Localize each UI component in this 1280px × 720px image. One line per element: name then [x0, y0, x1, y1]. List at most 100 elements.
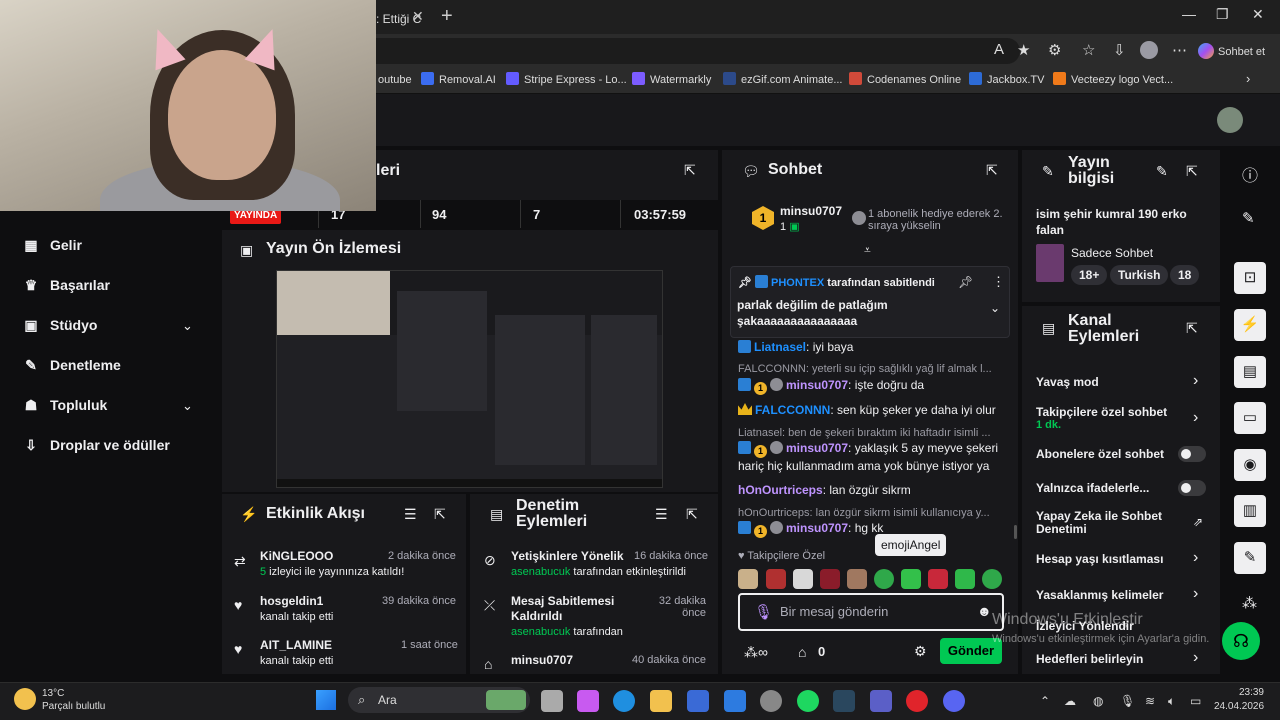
unpin-icon[interactable]: 📌︎ [958, 275, 973, 289]
tray-overflow-icon[interactable]: ⌃ [1040, 694, 1050, 708]
broadcast-shortcut-icon[interactable]: ◉ [1234, 449, 1266, 481]
chat-shortcut-icon[interactable]: ▭ [1234, 402, 1266, 434]
bookmark-item[interactable]: ezGif.com Animate... [723, 72, 842, 86]
popout-icon[interactable]: ⇱ [686, 506, 698, 523]
headset-support-icon[interactable]: ☊ [1222, 622, 1260, 660]
sidebar-item-basarilar[interactable]: ♛ Başarılar [22, 277, 110, 294]
bookmark-item[interactable]: Jackbox.TV [969, 72, 1044, 86]
mail-icon[interactable] [724, 690, 746, 712]
emote-only-toggle[interactable] [1178, 480, 1206, 496]
sidebar-item-topluluk[interactable]: ☗ Topluluk [22, 397, 108, 414]
emote-icon[interactable] [874, 569, 894, 589]
chevron-right-icon[interactable]: › [1193, 549, 1198, 567]
favorite-star-icon[interactable]: ★ [1017, 41, 1030, 59]
more-vertical-icon[interactable]: ⋮ [992, 274, 1005, 290]
action-sub-only[interactable]: Abonelere özel sohbet [1036, 447, 1164, 461]
external-link-icon[interactable]: ⇗ [1193, 515, 1203, 529]
sidebar-item-denetleme[interactable]: ✎ Denetleme [22, 357, 121, 374]
bookmark-item[interactable]: Codenames Online [849, 72, 961, 86]
channel-points-icon[interactable]: ⁂∞ [744, 644, 768, 661]
action-followers-only[interactable]: Takipçilere özel sohbet [1036, 405, 1167, 419]
chevron-down-icon[interactable]: ⌄ [990, 301, 1000, 315]
copilot-button[interactable]: Sohbet et [1198, 38, 1274, 62]
opera-icon[interactable] [906, 690, 928, 712]
emote-icon[interactable] [766, 569, 786, 589]
gift-shop-icon[interactable]: ⌂ [798, 644, 806, 660]
activity-user[interactable]: hosgeldin1 [260, 594, 323, 608]
camera-shortcut-icon[interactable]: ⊡ [1234, 262, 1266, 294]
more-menu-icon[interactable]: ⋯ [1172, 41, 1187, 59]
task-view-icon[interactable] [541, 690, 563, 712]
filter-icon[interactable]: ☰ [404, 506, 417, 523]
avatar[interactable] [1217, 107, 1243, 133]
extensions-icon[interactable]: ⚙ [1048, 41, 1061, 59]
chevron-down-icon[interactable]: ⌄ [182, 398, 193, 414]
bookmark-item[interactable]: Removal.AI [421, 72, 496, 86]
emote-angel-icon[interactable] [901, 569, 921, 589]
bolt-shortcut-icon[interactable]: ⚡ [1234, 309, 1266, 341]
document-shortcut-icon[interactable]: ▤ [1234, 356, 1266, 388]
category-name[interactable]: Sadece Sohbet [1071, 246, 1153, 260]
volume-icon[interactable]: 🔈︎ [1168, 694, 1175, 709]
emote-icon[interactable] [982, 569, 1002, 589]
tag[interactable]: Turkish [1110, 265, 1169, 285]
action-emote-only[interactable]: Yalnızca ifadelerle... [1036, 481, 1149, 495]
emote-icon[interactable] [847, 569, 867, 589]
obs-icon[interactable] [760, 690, 782, 712]
chevron-right-icon[interactable]: › [1193, 372, 1198, 390]
profile-icon[interactable] [1140, 41, 1158, 59]
action-slow-mode[interactable]: Yavaş mod [1036, 375, 1099, 389]
filter-icon[interactable]: ☰ [655, 506, 668, 523]
edit-pencil-icon[interactable]: ✎ [1156, 163, 1168, 180]
downloads-icon[interactable]: ⇩ [1113, 41, 1126, 59]
microphone-icon[interactable]: 🎙︎ [1120, 694, 1135, 708]
mod-action-label[interactable]: minsu0707 [511, 653, 573, 667]
more-dots-icon[interactable]: ⁂ [1242, 594, 1257, 612]
spotify-icon[interactable] [797, 690, 819, 712]
edit-pencil-icon[interactable]: ✎ [1242, 209, 1255, 227]
close-window-icon[interactable]: ✕ [1252, 6, 1264, 23]
minimize-icon[interactable]: — [1182, 6, 1196, 22]
chevron-right-icon[interactable]: › [1193, 649, 1198, 667]
battery-icon[interactable]: ▭ [1190, 694, 1201, 708]
gift-leader-user[interactable]: minsu0707 [780, 204, 842, 218]
chat-scrollbar[interactable] [1014, 525, 1017, 539]
url-input[interactable] [360, 38, 1020, 64]
steam-icon[interactable] [833, 690, 855, 712]
emote-icon[interactable] [955, 569, 975, 589]
chevron-right-icon[interactable]: › [1193, 585, 1198, 603]
emote-icon[interactable] [738, 569, 758, 589]
category-box-art[interactable] [1036, 244, 1064, 282]
store-icon[interactable] [687, 690, 709, 712]
bookmark-item[interactable]: Watermarkly [632, 72, 711, 86]
emote-icon[interactable] [820, 569, 840, 589]
stream-preview[interactable] [276, 270, 663, 488]
action-goals[interactable]: Hedefleri belirleyin [1036, 652, 1143, 666]
popout-icon[interactable]: ⇱ [684, 162, 696, 179]
edge-icon[interactable] [613, 690, 635, 712]
bookmarks-overflow-icon[interactable]: › [1246, 71, 1250, 86]
chevron-down-icon[interactable]: ⌄ [182, 318, 193, 334]
chevron-right-icon[interactable]: › [1193, 409, 1198, 427]
popout-icon[interactable]: ⇱ [1186, 320, 1198, 337]
sub-only-toggle[interactable] [1178, 446, 1206, 462]
chat-settings-icon[interactable]: ⚙ [914, 643, 927, 660]
file-explorer-icon[interactable] [650, 690, 672, 712]
read-aloud-icon[interactable]: A [994, 41, 1004, 58]
discord-icon[interactable] [943, 690, 965, 712]
action-account-age[interactable]: Hesap yaşı kısıtlaması [1036, 552, 1163, 566]
tray-app-icon[interactable]: ◍ [1093, 694, 1103, 708]
popout-icon[interactable]: ⇱ [1186, 163, 1198, 180]
activity-user[interactable]: AIT_LAMINE [260, 638, 332, 652]
tag[interactable]: 18+ [1071, 265, 1108, 285]
activity-user[interactable]: KiNGLEOOO [260, 549, 333, 563]
sidebar-item-gelir[interactable]: ▦ Gelir [22, 237, 82, 254]
action-ai-moderation[interactable]: Yapay Zeka ile Sohbet Denetimi [1036, 510, 1176, 536]
clock-time[interactable]: 23:39 [1214, 687, 1264, 698]
new-tab-icon[interactable]: + [441, 5, 453, 28]
sidebar-item-droplar[interactable]: ⇩ Droplar ve ödüller [22, 437, 170, 454]
copilot-taskbar-icon[interactable] [577, 690, 599, 712]
bookmark-item[interactable]: Stripe Express - Lo... [506, 72, 627, 86]
tab-close-icon[interactable]: ✕ [412, 8, 424, 25]
collapse-icon[interactable]: ⩡ [864, 243, 871, 258]
